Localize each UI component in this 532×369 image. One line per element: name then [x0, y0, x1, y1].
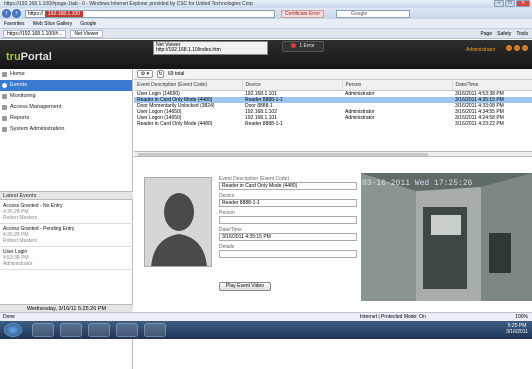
forward-button[interactable]: ›	[12, 9, 21, 18]
net-viewer-popup[interactable]: Net Viewer http://192.168.1.10/index.htm	[153, 41, 268, 55]
column-header[interactable]: Date/Time	[452, 80, 532, 91]
table-cell: Reader in Card Only Mode (4480)	[137, 120, 213, 127]
sidebar-item-reports[interactable]: Reports	[0, 113, 132, 124]
zoom-level[interactable]: 100%	[515, 313, 528, 321]
table-row[interactable]: Reader in Card Only Mode (4480) Reader 88…	[134, 121, 532, 127]
person-field[interactable]	[219, 216, 357, 224]
taskbar-app-icon[interactable]	[144, 323, 166, 337]
taskbar-explorer-icon[interactable]	[60, 323, 82, 337]
close-button[interactable]: ✕	[516, 0, 530, 7]
maximize-button[interactable]: □	[505, 0, 515, 7]
video-timestamp: 03-16-2011 Wed 17:25:26	[362, 179, 473, 188]
taskbar-folder-icon[interactable]	[88, 323, 110, 337]
error-dot-icon	[291, 43, 297, 49]
settings-icon[interactable]	[514, 45, 520, 51]
taskbar	[0, 321, 532, 339]
search-input[interactable]: Google	[336, 9, 411, 18]
tab-url[interactable]: https://192.168.1.100/#...	[3, 29, 67, 38]
scroll-thumb[interactable]	[138, 153, 428, 156]
logout-icon[interactable]	[522, 45, 528, 51]
taskbar-ie-icon[interactable]	[32, 323, 54, 337]
tab-row: https://192.168.1.100/#... Net Viewer	[0, 29, 532, 39]
monitor-icon	[2, 94, 7, 99]
device-field[interactable]: Reader 8888-1-1	[219, 199, 357, 207]
browser-title-bar: https://192.168.1.100/#page-1tab - 0 - W…	[0, 0, 532, 8]
list-item[interactable]: Access Granted - Pending Entry 4:35:28 PM…	[0, 224, 133, 247]
events-toolbar: ⚙ ▾ ↻ 69 total	[134, 69, 532, 80]
datetime-field[interactable]: 3/16/2011 4:35:15 PM	[219, 233, 357, 241]
clock-date: 3/16/2011	[506, 329, 528, 335]
window-controls: – □ ✕	[494, 0, 530, 8]
horizontal-scrollbar[interactable]	[134, 152, 532, 157]
column-header[interactable]: Event Description (Event Code)	[134, 80, 243, 91]
page-menu[interactable]: Page	[480, 29, 492, 39]
error-label: 1 Error	[299, 43, 315, 49]
back-button[interactable]: ‹	[2, 9, 11, 18]
command-bar: Page Safety Tools	[480, 29, 528, 39]
security-zone: Internet | Protected Mode: On	[360, 314, 426, 320]
favorite-web-slice[interactable]: Web Slice Gallery	[33, 21, 73, 27]
browser-title: https://192.168.1.100/#page-1tab - 0 - W…	[4, 1, 253, 7]
sidebar-item-system-admin[interactable]: System Administration	[0, 124, 132, 135]
table-cell: Reader 8888-1-1	[245, 120, 283, 127]
sidebar-item-home[interactable]: Home	[0, 69, 132, 80]
home-icon	[2, 72, 7, 77]
admin-user-label[interactable]: Administrator	[466, 47, 495, 53]
column-header[interactable]: Person	[342, 80, 453, 91]
latest-events-list: Access Granted - No Entry 4:35:28 PM Rober…	[0, 201, 133, 270]
column-header[interactable]: Device	[242, 80, 343, 91]
status-bar: Done Internet | Protected Mode: On 100%	[0, 312, 532, 321]
list-item[interactable]: User Login 4:53:38 PM Administrator	[0, 247, 133, 270]
favorite-google[interactable]: Google	[80, 21, 96, 27]
event-field[interactable]: Reader in Card Only Mode (4480)	[219, 182, 357, 190]
certificate-error-label: Certificate Error	[285, 10, 321, 17]
events-icon	[2, 83, 7, 88]
help-icon[interactable]	[506, 45, 512, 51]
events-total: 69 total	[168, 71, 185, 77]
events-table: Event Description (Event Code) Device Pers…	[134, 80, 532, 152]
system-clock[interactable]: 5:25 PM 3/16/2011	[506, 323, 528, 335]
error-indicator[interactable]: 1 Error	[282, 41, 324, 52]
event-video-frame[interactable]	[361, 173, 532, 301]
details-field[interactable]	[219, 250, 357, 258]
admin-icon	[2, 127, 7, 132]
refresh-button[interactable]: ↻	[157, 70, 164, 78]
table-cell: 3/16/2011 4:23:22 PM	[455, 120, 504, 127]
latest-events-header: Latest Events	[0, 191, 133, 200]
truportal-logo: truPortal	[6, 51, 52, 63]
address-row: ‹ › https:// 192.168.1.100 Certificate E…	[0, 8, 532, 19]
header-icons	[506, 45, 528, 51]
address-bar[interactable]: https:// 192.168.1.100	[25, 9, 275, 18]
taskbar-powerpoint-icon[interactable]	[116, 323, 138, 337]
detail-fields: Event Description (Event Code) Reader in…	[219, 176, 357, 258]
address-host: 192.168.1.100	[45, 10, 83, 17]
safety-menu[interactable]: Safety	[497, 29, 511, 39]
favorites-button[interactable]: Favorites	[4, 21, 25, 27]
key-icon	[2, 105, 7, 110]
list-item[interactable]: Access Granted - No Entry 4:35:28 PM Rober…	[0, 201, 133, 224]
sidebar-item-monitoring[interactable]: Monitoring	[0, 91, 132, 102]
start-orb-icon[interactable]	[4, 323, 22, 337]
sidebar-date: Wednesday, 3/16/11 5:25:26 PM	[0, 304, 133, 312]
popup-url: http://192.168.1.10/index.htm	[156, 47, 221, 53]
report-icon	[2, 116, 7, 121]
tab-net-viewer[interactable]: Net Viewer	[70, 29, 103, 38]
favorites-bar: Favorites Web Slice Gallery Google	[0, 19, 532, 29]
minimize-button[interactable]: –	[494, 0, 504, 7]
status-text: Done	[3, 314, 15, 320]
person-photo-placeholder	[144, 177, 212, 267]
sidebar-item-access-management[interactable]: Access Management	[0, 102, 132, 113]
gear-menu-button[interactable]: ⚙ ▾	[137, 70, 153, 78]
certificate-error-badge[interactable]: Certificate Error	[281, 9, 325, 18]
tools-menu[interactable]: Tools	[516, 29, 528, 39]
play-event-video-button[interactable]: Play Event Video	[219, 282, 271, 291]
address-scheme: https://	[28, 10, 44, 17]
sidebar-item-events[interactable]: Events	[0, 80, 132, 91]
table-cell	[342, 121, 452, 127]
